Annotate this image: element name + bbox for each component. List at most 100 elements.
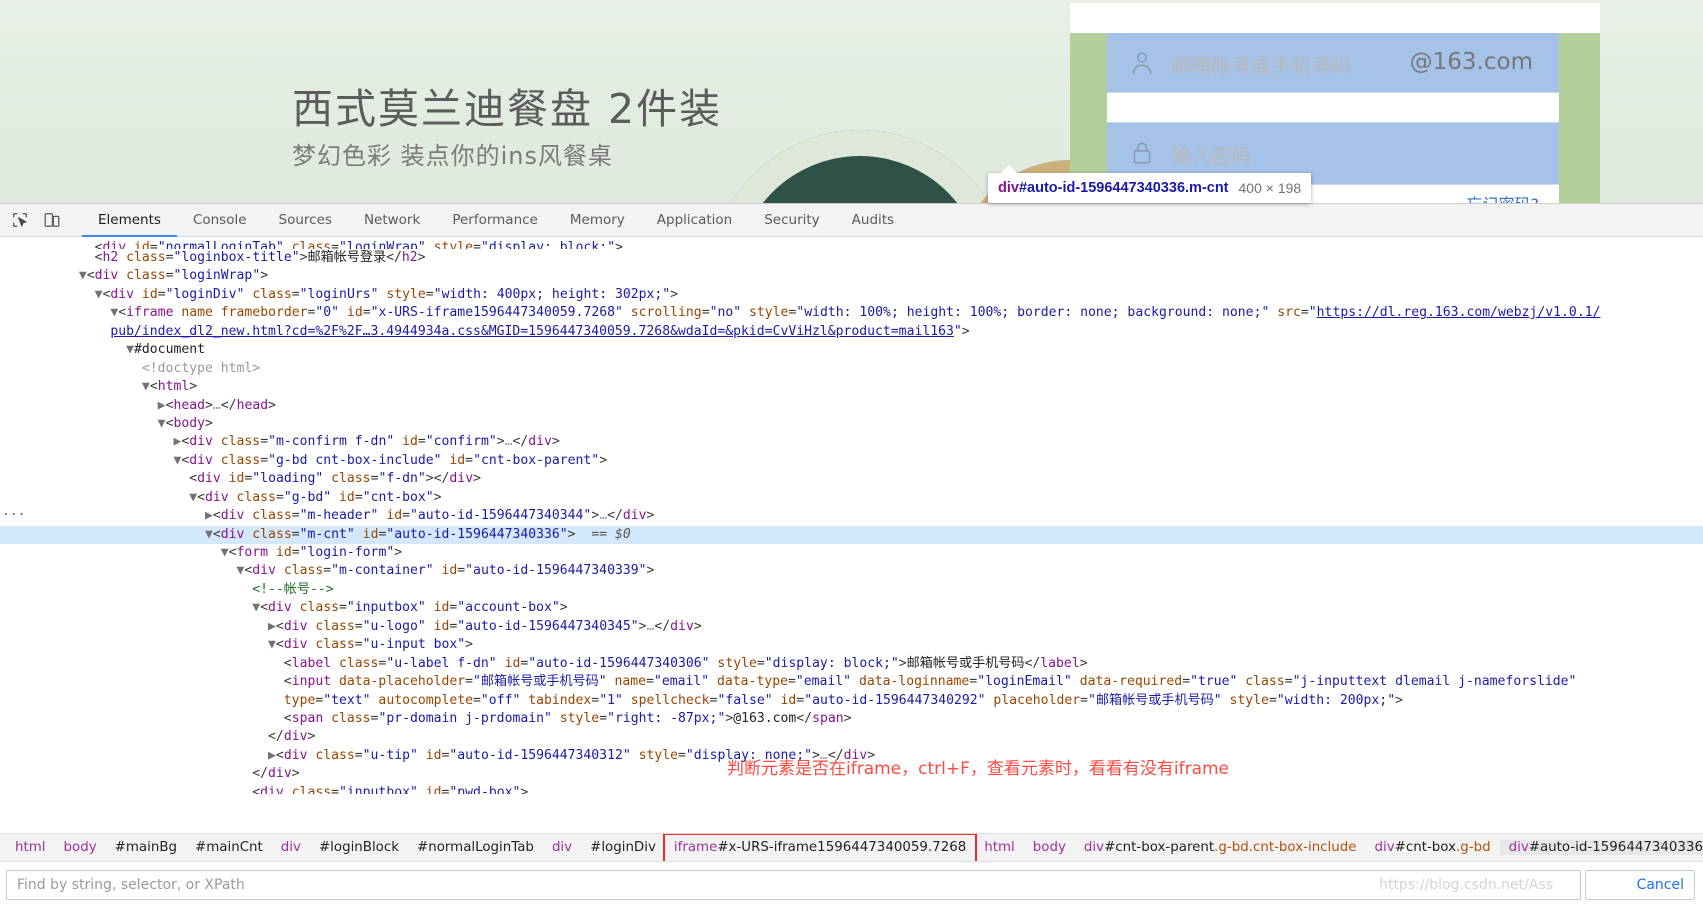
dom-node-row[interactable]: </div> [0, 728, 1703, 746]
breadcrumb-item[interactable]: #loginDiv [581, 840, 665, 855]
chevron-down-icon[interactable]: ▼ [79, 268, 87, 283]
breadcrumb[interactable]: html body #mainBg #mainCnt div #loginBlock #no… [0, 833, 1703, 861]
tooltip-id: #auto-id-1596447340336 [1018, 180, 1186, 196]
breadcrumb-item[interactable]: #mainBg [106, 840, 186, 855]
password-placeholder: 输入密码 [1171, 144, 1251, 168]
lock-icon [1133, 142, 1151, 164]
field-divider [1107, 93, 1559, 123]
dom-node-row[interactable]: ▼<div id="loginDiv" class="loginUrs" sty… [0, 286, 1703, 304]
tab-sources[interactable]: Sources [263, 204, 348, 237]
chevron-down-icon[interactable]: ▼ [221, 545, 229, 560]
scroll-ellipsis: ... [2, 504, 26, 519]
dom-node-row[interactable]: <span class="pr-domain j-prdomain" style… [0, 710, 1703, 728]
breadcrumb-item[interactable]: div#cnt-box-parent.g-bd.cnt-box-include [1075, 840, 1366, 855]
chevron-right-icon[interactable]: ▶ [268, 748, 276, 763]
chevron-down-icon[interactable]: ▼ [142, 379, 150, 394]
web-page-area: 西式莫兰迪餐盘 2件装 梦幻色彩 装点你的ins风餐桌 邮箱帐号或手机号码 @1… [0, 0, 1703, 203]
dom-node-row[interactable]: ▼<div class="u-input box"> [0, 636, 1703, 654]
chevron-down-icon[interactable]: ▼ [158, 416, 166, 431]
dom-tree[interactable]: <div id="normalLoginTab" class="loginWra… [0, 237, 1703, 837]
search-input[interactable] [6, 869, 1581, 900]
breadcrumb-item[interactable]: #loginBlock [310, 840, 408, 855]
domain-suffix: @163.com [1409, 49, 1533, 75]
tooltip-arrow [1000, 165, 1018, 174]
chevron-down-icon[interactable]: ▼ [205, 527, 213, 542]
person-icon [1132, 52, 1152, 74]
breadcrumb-item[interactable]: div [272, 840, 310, 855]
chevron-right-icon[interactable]: ▶ [205, 508, 213, 523]
account-field-row[interactable]: 邮箱帐号或手机号码 @163.com [1107, 33, 1559, 93]
login-header-strip [1070, 3, 1600, 33]
dom-node-row[interactable]: ▼<div class="m-cnt" id="auto-id-15964473… [0, 525, 1703, 544]
banner-title: 西式莫兰迪餐盘 2件装 [292, 85, 723, 133]
breadcrumb-item[interactable]: html [6, 840, 55, 855]
breadcrumb-item[interactable]: div [543, 840, 581, 855]
chevron-right-icon[interactable]: ▶ [158, 398, 166, 413]
dom-node-row[interactable]: ▼<div class="loginWrap"> [0, 267, 1703, 285]
dom-node-row[interactable]: <div id="loading" class="f-dn"></div> [0, 470, 1703, 488]
find-bar: Cancel https://blog.csdn.net/Ass [0, 861, 1703, 907]
dom-node-row[interactable]: pub/index_dl2_new.html?cd=%2F%2F…3.49449… [0, 323, 1703, 341]
tab-security[interactable]: Security [748, 204, 835, 237]
chevron-down-icon[interactable]: ▼ [189, 490, 197, 505]
device-toolbar-icon[interactable] [38, 207, 66, 233]
dom-node-row[interactable]: <!--帐号--> [0, 581, 1703, 599]
inspect-element-icon[interactable] [6, 207, 34, 233]
breadcrumb-item[interactable]: html [975, 840, 1024, 855]
dom-node-row[interactable]: <label class="u-label f-dn" id="auto-id-… [0, 655, 1703, 673]
chevron-right-icon[interactable]: ▶ [268, 619, 276, 634]
red-annotation-text: 判断元素是否在iframe，ctrl+F，查看元素时，看看有没有iframe [727, 759, 1230, 779]
tab-network[interactable]: Network [348, 204, 436, 237]
breadcrumb-item[interactable]: body [55, 840, 106, 855]
chevron-down-icon[interactable]: ▼ [252, 600, 260, 615]
breadcrumb-item[interactable]: iframe#x-URS-iframe1596447340059.7268 [665, 840, 975, 855]
breadcrumb-item[interactable]: div#cnt-box.g-bd [1365, 840, 1499, 855]
chevron-down-icon[interactable]: ▼ [126, 342, 134, 357]
dom-node-row[interactable]: <input data-placeholder="邮箱帐号或手机号码" name… [0, 673, 1703, 691]
tab-console[interactable]: Console [177, 204, 263, 237]
chevron-down-icon[interactable]: ▼ [95, 287, 103, 302]
dom-node-row[interactable]: <div id="normalLoginTab" class="loginWra… [0, 239, 1703, 249]
dom-node-row[interactable]: <h2 class="loginbox-title">邮箱帐号登录</h2> [0, 249, 1703, 267]
breadcrumb-item[interactable]: div#auto-id-1596447340336.m-cnt [1499, 840, 1703, 855]
devtools-tabs: Elements Console Sources Network Performance… [82, 204, 910, 237]
dom-node-row[interactable]: ▼<html> [0, 378, 1703, 396]
dom-node-row[interactable]: ▶<div class="m-confirm f-dn" id="confirm… [0, 433, 1703, 451]
dom-node-row[interactable]: ▶<div class="m-header" id="auto-id-15964… [0, 507, 1703, 525]
devtools-toolbar: Elements Console Sources Network Performance… [0, 204, 1703, 237]
tooltip-tag: div [998, 180, 1019, 196]
dom-node-row[interactable]: ▼<div class="g-bd cnt-box-include" id="c… [0, 452, 1703, 470]
dom-node-row[interactable]: <!doctype html> [0, 360, 1703, 378]
dom-node-row[interactable]: ▼#document [0, 341, 1703, 359]
dom-node-row[interactable]: ▶<div class="u-logo" id="auto-id-1596447… [0, 618, 1703, 636]
forgot-password-link[interactable]: 忘记密码? [1467, 191, 1540, 203]
tooltip-dimensions: 400 × 198 [1238, 180, 1302, 196]
devtools-panel: Elements Console Sources Network Performance… [0, 203, 1703, 907]
tab-memory[interactable]: Memory [554, 204, 641, 237]
dom-node-row[interactable]: ▼<body> [0, 415, 1703, 433]
dom-node-row[interactable]: ▼<div class="inputbox" id="account-box"> [0, 599, 1703, 617]
tab-audits[interactable]: Audits [836, 204, 910, 237]
dom-node-row[interactable]: ▶<head>…</head> [0, 397, 1703, 415]
element-inspect-tooltip: div#auto-id-1596447340336.m-cnt 400 × 19… [988, 173, 1312, 203]
account-placeholder: 邮箱帐号或手机号码 [1171, 54, 1351, 78]
tab-application[interactable]: Application [641, 204, 748, 237]
dom-node-row[interactable]: <div class="inputbox" id="pwd-box"> [0, 784, 1703, 794]
dom-node-row[interactable]: type="text" autocomplete="off" tabindex=… [0, 692, 1703, 710]
tooltip-class: .m-cnt [1185, 180, 1229, 196]
chevron-down-icon[interactable]: ▼ [268, 637, 276, 652]
breadcrumb-item[interactable]: #normalLoginTab [408, 840, 543, 855]
cancel-label: Cancel [1636, 876, 1684, 893]
dom-node-row[interactable]: ▼<div class="m-container" id="auto-id-15… [0, 562, 1703, 580]
breadcrumb-item[interactable]: body [1024, 840, 1075, 855]
tab-elements[interactable]: Elements [82, 204, 177, 237]
tab-performance[interactable]: Performance [436, 204, 554, 237]
cancel-button[interactable]: Cancel [1585, 869, 1695, 900]
plate-image-dark [710, 130, 1010, 203]
dom-node-row[interactable]: ▼<div class="g-bd" id="cnt-box"> [0, 489, 1703, 507]
banner-subtitle: 梦幻色彩 装点你的ins风餐桌 [292, 142, 614, 170]
dom-node-row[interactable]: ▼<form id="login-form"> [0, 544, 1703, 562]
dom-node-row[interactable]: ▼<iframe name frameborder="0" id="x-URS-… [0, 304, 1703, 322]
element-overlay-margin-right [1559, 33, 1600, 203]
breadcrumb-item[interactable]: #mainCnt [186, 840, 272, 855]
